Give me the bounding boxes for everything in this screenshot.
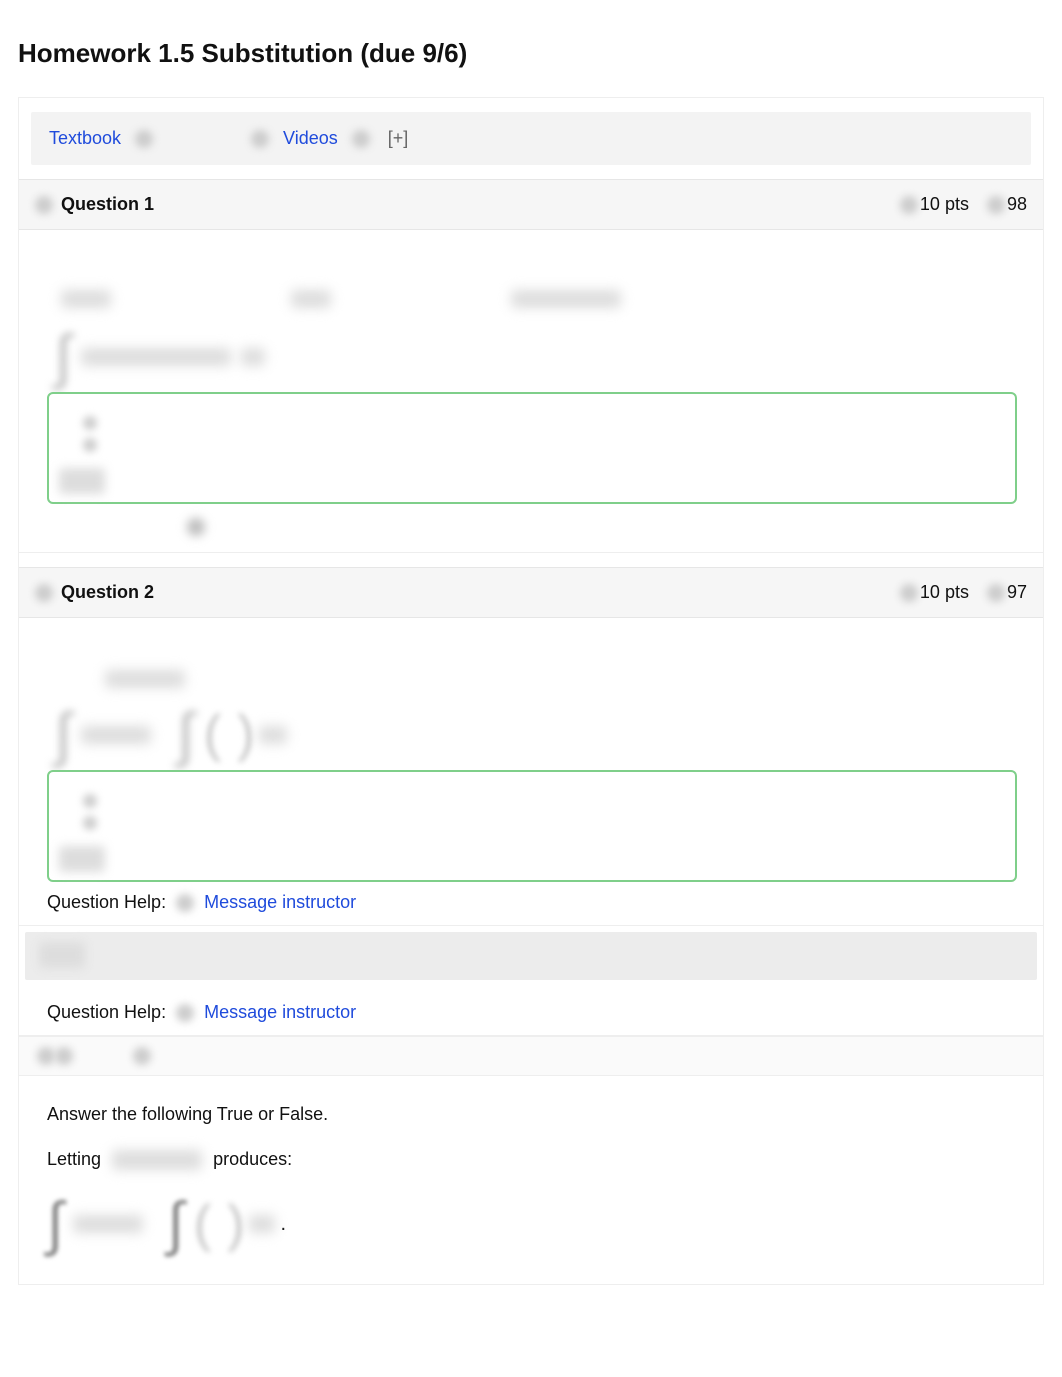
badge-blur (59, 468, 105, 494)
question-help-row: Question Help: Message instructor (47, 892, 1023, 913)
help-label: Question Help: (47, 892, 166, 913)
textbook-link[interactable]: Textbook (49, 128, 121, 149)
question-2-body: ∫ ∫ ( ) Question Help: Message instructo… (19, 618, 1043, 926)
attempts-icon (987, 584, 1005, 602)
help-label: Question Help: (47, 1002, 166, 1023)
blurred-row (61, 290, 1023, 308)
question-3-body: Answer the following True or False. Lett… (19, 1076, 1043, 1284)
videos-link[interactable]: Videos (283, 128, 338, 149)
letting-line: Letting produces: (47, 1149, 1023, 1170)
question-1-attempts: 98 (1007, 194, 1027, 215)
message-instructor-link[interactable]: Message instructor (204, 1002, 356, 1023)
resources-bar: Textbook Videos [+] (31, 112, 1031, 165)
integral-expression: ∫ (55, 330, 1023, 384)
attempts-icon (133, 1047, 151, 1065)
question-help-row-2: Question Help: Message instructor (47, 1002, 1023, 1023)
points-icon (55, 1047, 73, 1065)
equation-line: ∫ ∫ ( ) . (47, 1194, 1023, 1254)
control-blur (187, 518, 205, 536)
option-blur (83, 794, 97, 808)
expand-toggle[interactable]: [+] (388, 128, 409, 149)
submit-blur (39, 942, 85, 968)
badge-blur (59, 846, 105, 872)
status-icon (35, 584, 53, 602)
question-2-attempts: 97 (1007, 582, 1027, 603)
message-instructor-link[interactable]: Message instructor (204, 892, 356, 913)
resource-icon (135, 130, 153, 148)
question-1-header: Question 1 10 pts 98 (19, 179, 1043, 230)
question-1-title: Question 1 (61, 194, 154, 215)
question-1-body: ∫ (19, 230, 1043, 553)
question-2-points: 10 pts (920, 582, 969, 603)
status-icon (35, 196, 53, 214)
expand-icon (352, 130, 370, 148)
tf-prompt: Answer the following True or False. (47, 1104, 1023, 1125)
question-2-title: Question 2 (61, 582, 154, 603)
blur-math (112, 1150, 202, 1170)
message-icon (176, 894, 194, 912)
action-bar (25, 932, 1037, 980)
integral-equation: ∫ ∫ ( ) (55, 708, 1023, 762)
message-icon (176, 1004, 194, 1022)
content-region: Textbook Videos [+] Question 1 10 pts 98… (18, 97, 1044, 1285)
status-icon (37, 1047, 55, 1065)
page-title: Homework 1.5 Substitution (due 9/6) (18, 38, 1044, 69)
period: . (281, 1213, 287, 1236)
points-icon (900, 584, 918, 602)
blur-expression (105, 670, 185, 688)
question-2-header: Question 2 10 pts 97 (19, 567, 1043, 618)
answer-box-1[interactable] (47, 392, 1017, 504)
question-1-points: 10 pts (920, 194, 969, 215)
option-blur (83, 416, 97, 430)
video-icon (251, 130, 269, 148)
answer-box-2[interactable] (47, 770, 1017, 882)
option-blur (83, 816, 97, 830)
help-section: Question Help: Message instructor (19, 986, 1043, 1036)
option-blur (83, 438, 97, 452)
question-3-header (19, 1036, 1043, 1076)
attempts-icon (987, 196, 1005, 214)
points-icon (900, 196, 918, 214)
